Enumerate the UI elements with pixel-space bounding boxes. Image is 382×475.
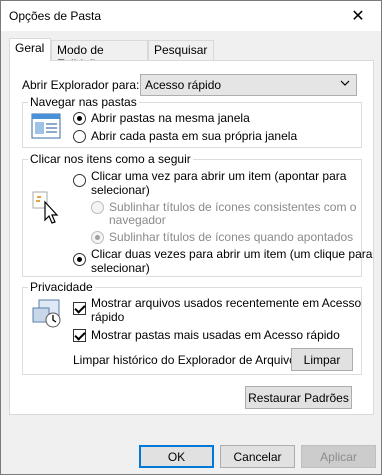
close-button[interactable]: ✕: [335, 1, 381, 31]
show-frequent-folders-checkbox[interactable]: [73, 329, 86, 342]
tab-pesquisar[interactable]: Pesquisar: [148, 40, 214, 60]
dropdown-chevron-icon: [340, 78, 350, 91]
cursor-click-icon: [31, 190, 61, 227]
privacy-group: Privacidade Mostrar arquivos usados rece…: [22, 280, 362, 375]
tab-modo-exibicao[interactable]: Modo de Exibição: [51, 40, 148, 71]
close-icon: ✕: [351, 8, 365, 25]
tab-label: Geral: [15, 41, 45, 55]
apply-button-label: Aplicar: [320, 449, 357, 464]
show-recent-files-checkbox[interactable]: [73, 302, 86, 315]
clear-history-button[interactable]: Limpar: [291, 348, 353, 371]
restore-defaults-label: Restaurar Padrões: [248, 390, 349, 405]
folder-options-window: Opções de Pasta ✕ Geral Modo de Exibição…: [0, 0, 382, 475]
double-click-label-line2[interactable]: selecionar): [91, 261, 150, 275]
privacy-title: Privacidade: [28, 280, 95, 294]
underline-point-radio[interactable]: [91, 231, 104, 244]
folder-window-icon: [31, 113, 61, 142]
open-same-window-label[interactable]: Abrir pastas na mesma janela: [91, 111, 250, 125]
open-explorer-select[interactable]: Acesso rápido: [140, 74, 357, 96]
apply-button[interactable]: Aplicar: [301, 445, 376, 468]
restore-defaults-button[interactable]: Restaurar Padrões: [245, 386, 352, 409]
underline-browser-label-line2: navegador: [109, 213, 166, 227]
underline-browser-label-line1: Sublinhar títulos de ícones consistentes…: [109, 200, 357, 214]
ok-button[interactable]: OK: [139, 445, 214, 468]
privacy-icon: [31, 298, 63, 331]
open-explorer-label: Abrir Explorador para:: [22, 78, 140, 92]
clear-history-button-label: Limpar: [303, 352, 341, 367]
underline-browser-radio[interactable]: [91, 201, 104, 214]
show-recent-files-label-line1[interactable]: Mostrar arquivos usados recentemente em …: [91, 296, 361, 310]
title-bar: Opções de Pasta ✕: [1, 1, 381, 31]
ok-button-label: OK: [167, 449, 186, 464]
open-new-window-radio[interactable]: [73, 130, 86, 143]
click-items-group: Clicar nos itens como a seguir Clicar um…: [22, 152, 372, 277]
tab-geral[interactable]: Geral: [9, 38, 51, 61]
single-click-label-line2[interactable]: selecionar): [91, 183, 150, 197]
open-explorer-value: Acesso rápido: [145, 78, 222, 92]
click-items-title: Clicar nos itens como a seguir: [28, 152, 193, 166]
single-click-label-line1[interactable]: Clicar uma vez para abrir um item (apont…: [91, 169, 346, 183]
cancel-button[interactable]: Cancelar: [220, 445, 295, 468]
open-new-window-label[interactable]: Abrir cada pasta em sua própria janela: [91, 129, 297, 143]
show-recent-files-label-line2[interactable]: rápido: [91, 310, 124, 324]
underline-point-label: Sublinhar títulos de ícones quando apont…: [109, 230, 354, 244]
single-click-radio[interactable]: [73, 174, 86, 187]
double-click-label-line1[interactable]: Clicar duas vezes para abrir um item (um…: [91, 247, 372, 261]
open-same-window-radio[interactable]: [73, 112, 86, 125]
general-tab-page: Abrir Explorador para: Acesso rápido Nav…: [9, 60, 374, 415]
window-title: Opções de Pasta: [9, 9, 102, 23]
double-click-radio[interactable]: [73, 253, 86, 266]
browse-folders-title: Navegar nas pastas: [28, 95, 139, 109]
cancel-button-label: Cancelar: [233, 449, 282, 464]
show-frequent-folders-label[interactable]: Mostrar pastas mais usadas em Acesso ráp…: [91, 328, 340, 342]
clear-history-label: Limpar histórico do Explorador de Arquiv…: [73, 353, 302, 367]
browse-folders-group: Navegar nas pastas Abrir pastas na mesma…: [22, 95, 362, 148]
tab-label: Pesquisar: [154, 43, 208, 57]
